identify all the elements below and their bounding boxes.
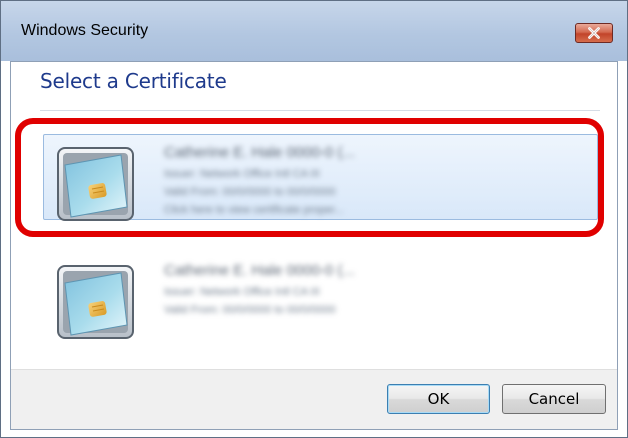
title-bar[interactable]: Windows Security bbox=[1, 1, 627, 61]
certificate-item[interactable]: Catherine E. Hale 0000-0 (... Issuer: Ne… bbox=[43, 252, 598, 339]
window-title: Windows Security bbox=[21, 22, 149, 39]
dialog-heading: Select a Certificate bbox=[40, 69, 227, 93]
windows-security-dialog: Windows Security Select a Certificate Ca… bbox=[0, 0, 628, 438]
close-button[interactable] bbox=[575, 23, 613, 43]
smart-card-certificate-icon bbox=[57, 265, 134, 339]
certificate-subject: Catherine E. Hale 0000-0 (... bbox=[164, 262, 355, 279]
close-x-icon bbox=[588, 27, 600, 39]
dialog-body: Select a Certificate Catherine E. Hale 0… bbox=[10, 61, 618, 430]
ok-button[interactable]: OK bbox=[387, 384, 490, 414]
certificate-details: Catherine E. Hale 0000-0 (... Issuer: Ne… bbox=[164, 259, 464, 319]
heading-divider bbox=[40, 110, 600, 111]
dialog-footer: OK Cancel bbox=[11, 369, 617, 429]
cancel-button[interactable]: Cancel bbox=[502, 384, 606, 414]
selection-highlight-annotation bbox=[15, 118, 604, 237]
certificate-issuer: Issuer: Network Office Intl CA III bbox=[164, 286, 320, 298]
certificate-validity: Valid From: 00/0/0000 to 00/0/0000 bbox=[164, 304, 336, 316]
